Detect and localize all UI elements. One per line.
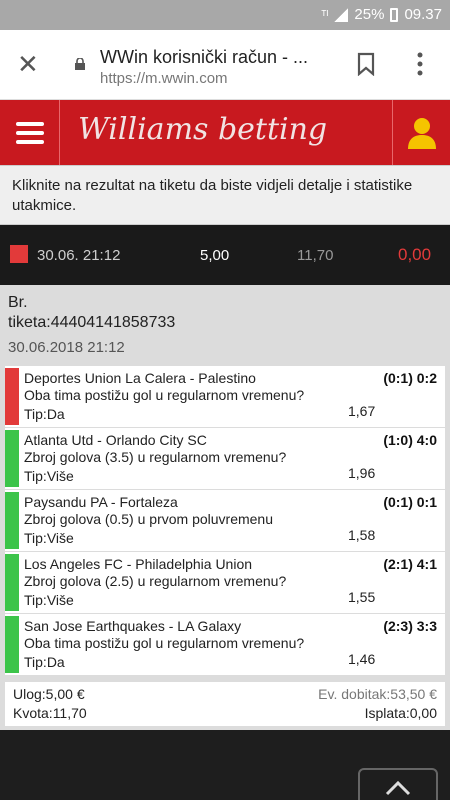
expected-win: Ev. dobitak:53,50 € xyxy=(318,686,437,702)
bet-match: San Jose Earthquakes - LA Galaxy xyxy=(24,618,242,634)
bet-score[interactable]: (0:1) 0:1 xyxy=(383,494,437,510)
bet-row[interactable]: Los Angeles FC - Philadelphia Union Zbro… xyxy=(5,552,445,613)
bet-row[interactable]: Paysandu PA - Fortaleza Zbroj golova (0.… xyxy=(5,490,445,551)
bet-market: Zbroj golova (0.5) u prvom poluvremenu xyxy=(24,511,274,527)
bet-tip: Tip:Više xyxy=(24,530,74,546)
status-bar: ᵀᴵ 25% 09.37 xyxy=(0,0,450,30)
bet-match: Deportes Union La Calera - Palestino xyxy=(24,370,256,386)
total-odds: Kvota:11,70 xyxy=(13,705,87,721)
bet-tip: Tip:Da xyxy=(24,406,65,422)
bet-status-bar xyxy=(5,554,19,611)
summary-win: 0,00 xyxy=(398,245,432,264)
bet-tip: Tip:Više xyxy=(24,468,74,484)
chevron-up-icon xyxy=(385,780,411,796)
ticket-number-label: Br. xyxy=(8,294,28,311)
ticket-number: tiketa:44404141858733 xyxy=(8,314,176,331)
user-icon xyxy=(407,117,436,149)
hamburger-icon xyxy=(15,121,44,144)
summary-odds: 11,70 xyxy=(297,247,334,264)
bet-market: Oba tima postižu gol u regularnom vremen… xyxy=(24,635,305,651)
bet-score[interactable]: (1:0) 4:0 xyxy=(383,432,437,448)
bet-status-bar xyxy=(5,492,19,549)
battery-icon xyxy=(390,7,399,22)
bet-status-bar xyxy=(5,616,19,673)
bet-market: Zbroj golova (2.5) u regularnom vremenu? xyxy=(24,573,287,589)
bet-odd: 1,55 xyxy=(348,589,376,605)
menu-button[interactable] xyxy=(0,100,60,165)
lock-icon xyxy=(75,58,85,70)
bet-list: Deportes Union La Calera - Palestino Oba… xyxy=(5,366,445,676)
bet-row[interactable]: Atlanta Utd - Orlando City SC Zbroj golo… xyxy=(5,428,445,489)
site-logo[interactable]: Williams betting xyxy=(78,112,327,147)
summary-date: 30.06. 21:12 xyxy=(37,247,121,264)
bet-tip: Tip:Da xyxy=(24,654,65,670)
bet-market: Oba tima postižu gol u regularnom vremen… xyxy=(24,387,305,403)
ticket-date: 30.06.2018 21:12 xyxy=(8,339,125,356)
bet-status-bar xyxy=(5,368,19,425)
bet-row[interactable]: Deportes Union La Calera - Palestino Oba… xyxy=(5,366,445,427)
clock: 09.37 xyxy=(404,6,442,23)
bet-tip: Tip:Više xyxy=(24,592,74,608)
bet-odd: 1,96 xyxy=(348,465,376,481)
bet-odd: 1,46 xyxy=(348,651,376,667)
bet-score[interactable]: (2:3) 3:3 xyxy=(383,618,437,634)
nfc-icon: ᵀᴵ xyxy=(321,7,329,22)
browser-toolbar: ✕ WWin korisnički račun - ... https://m.… xyxy=(0,30,450,100)
bet-score[interactable]: (0:1) 0:2 xyxy=(383,370,437,386)
bet-match: Paysandu PA - Fortaleza xyxy=(24,494,178,510)
scroll-top-button[interactable] xyxy=(358,768,438,800)
site-header: Williams betting xyxy=(0,100,450,165)
signal-icon xyxy=(334,7,349,22)
status-square-icon xyxy=(10,245,28,263)
bet-row[interactable]: San Jose Earthquakes - LA Galaxy Oba tim… xyxy=(5,614,445,675)
bet-score[interactable]: (2:1) 4:1 xyxy=(383,556,437,572)
bet-match: Los Angeles FC - Philadelphia Union xyxy=(24,556,253,572)
close-tab-icon[interactable]: ✕ xyxy=(17,51,41,77)
footer-area xyxy=(0,730,450,800)
ticket-summary-row[interactable]: 30.06. 21:12 5,00 11,70 0,00 xyxy=(0,225,450,285)
ticket-totals: Ulog:5,00 € Kvota:11,70 Ev. dobitak:53,5… xyxy=(5,682,445,726)
bookmark-icon[interactable] xyxy=(356,52,376,76)
bet-odd: 1,67 xyxy=(348,403,376,419)
battery-level: 25% xyxy=(354,6,385,23)
summary-stake: 5,00 xyxy=(200,247,230,264)
page-title: WWin korisnički račun - ... xyxy=(100,47,309,67)
url-text[interactable]: https://m.wwin.com xyxy=(100,70,228,87)
ticket-details: Br. tiketa:44404141858733 30.06.2018 21:… xyxy=(0,285,450,730)
account-button[interactable] xyxy=(392,100,450,165)
bet-status-bar xyxy=(5,430,19,487)
bet-market: Zbroj golova (3.5) u regularnom vremenu? xyxy=(24,449,287,465)
payout: Isplata:0,00 xyxy=(364,705,437,721)
total-stake: Ulog:5,00 € xyxy=(13,686,85,702)
info-banner: Kliknite na rezultat na tiketu da biste … xyxy=(0,165,450,225)
bet-match: Atlanta Utd - Orlando City SC xyxy=(24,432,207,448)
bet-odd: 1,58 xyxy=(348,527,376,543)
more-vert-icon[interactable] xyxy=(412,50,428,78)
